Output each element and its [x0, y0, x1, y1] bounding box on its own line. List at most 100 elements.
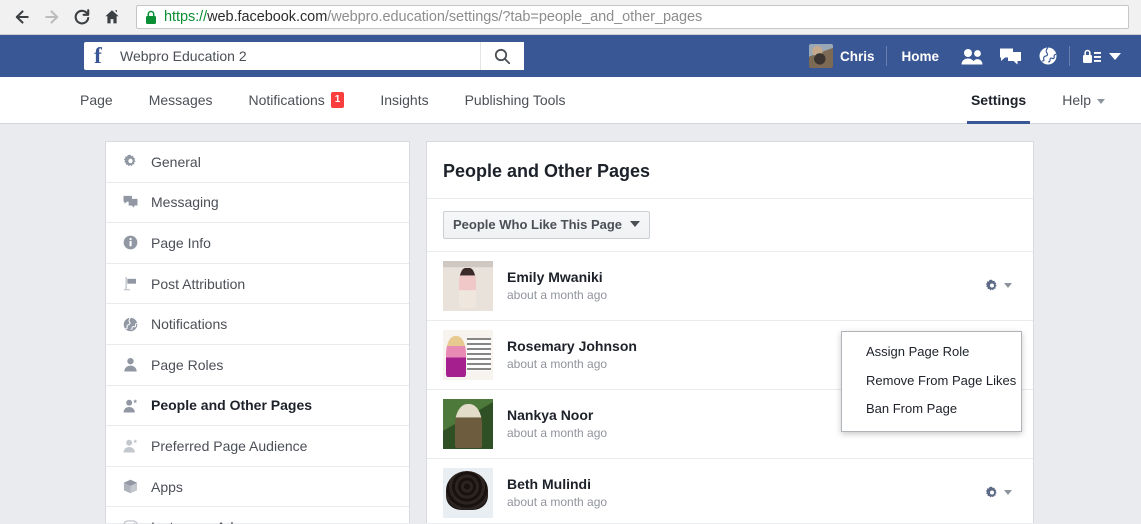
person-star-icon	[122, 397, 138, 413]
forward-button[interactable]	[38, 3, 66, 31]
sidebar-item-label: Instagram Ads	[151, 519, 241, 524]
url-separator: ://	[195, 9, 207, 25]
tab-label: Notifications	[249, 92, 325, 108]
settings-sidebar: General Messaging Page Info Post Attribu…	[105, 141, 410, 523]
help-menu[interactable]: Help	[1044, 77, 1123, 123]
tab-insights[interactable]: Insights	[362, 77, 446, 123]
person-photo	[443, 330, 493, 380]
tab-notifications[interactable]: Notifications 1	[231, 77, 363, 123]
person-name[interactable]: Emily Mwaniki	[507, 268, 980, 287]
sidebar-item-label: Messaging	[151, 194, 219, 210]
sidebar-item-preferred-page-audience[interactable]: Preferred Page Audience	[106, 426, 409, 467]
gear-icon	[122, 154, 138, 170]
tab-label: Publishing Tools	[465, 92, 566, 108]
tab-settings[interactable]: Settings	[953, 77, 1044, 123]
chevron-down-icon	[630, 221, 640, 227]
person-info: Beth Mulindi about a month ago	[507, 475, 980, 511]
person-photo	[443, 468, 493, 518]
menu-item-remove-from-page-likes[interactable]: Remove From Page Likes	[842, 367, 1021, 396]
person-photo	[443, 261, 493, 311]
url-scheme: https	[164, 9, 195, 25]
chevron-down-icon	[1004, 490, 1012, 495]
user-profile-link[interactable]: Chris	[805, 44, 885, 68]
home-button[interactable]	[98, 3, 126, 31]
row-context-menu: Assign Page Role Remove From Page Likes …	[841, 331, 1022, 432]
sidebar-item-label: Preferred Page Audience	[151, 438, 307, 454]
facebook-topbar: f Chris Home	[0, 35, 1141, 77]
filter-row: People Who Like This Page	[427, 199, 1033, 252]
person-name[interactable]: Beth Mulindi	[507, 475, 980, 494]
sidebar-item-label: People and Other Pages	[151, 397, 312, 413]
tab-publishing-tools[interactable]: Publishing Tools	[447, 77, 584, 123]
privacy-menu-button[interactable]	[1072, 48, 1127, 65]
notifications-globe-icon[interactable]	[1029, 41, 1067, 71]
table-row: Beth Mulindi about a month ago	[427, 459, 1033, 524]
topbar-right-cluster: Chris Home	[805, 41, 1127, 71]
page-nav-right: Settings Help	[953, 77, 1123, 123]
tab-page[interactable]: Page	[62, 77, 131, 123]
sidebar-item-label: Page Roles	[151, 357, 223, 373]
privacy-lock-icon	[1082, 48, 1102, 65]
box-icon	[122, 479, 138, 495]
person-info: Emily Mwaniki about a month ago	[507, 268, 980, 304]
friend-requests-icon[interactable]	[953, 41, 991, 71]
menu-item-assign-page-role[interactable]: Assign Page Role	[842, 338, 1021, 367]
reload-button[interactable]	[68, 3, 96, 31]
browser-toolbar: https://web.facebook.com/webpro.educatio…	[0, 0, 1141, 35]
back-button[interactable]	[8, 3, 36, 31]
person-photo	[443, 399, 493, 449]
chevron-down-icon	[1109, 53, 1121, 60]
tab-label: Messages	[149, 92, 213, 108]
person-icon	[122, 357, 138, 373]
people-panel: People and Other Pages People Who Like T…	[426, 141, 1034, 523]
menu-item-ban-from-page[interactable]: Ban From Page	[842, 395, 1021, 424]
home-link[interactable]: Home	[889, 49, 953, 64]
sidebar-item-instagram-ads[interactable]: Instagram Ads	[106, 507, 409, 524]
search-button[interactable]	[480, 42, 524, 70]
audience-filter-dropdown[interactable]: People Who Like This Page	[443, 211, 650, 239]
tab-label: Page	[80, 92, 113, 108]
sidebar-item-label: Post Attribution	[151, 276, 245, 292]
page-title: People and Other Pages	[427, 142, 1033, 199]
sidebar-item-page-info[interactable]: Page Info	[106, 223, 409, 264]
divider	[886, 46, 887, 66]
person-star-icon	[122, 438, 138, 454]
sidebar-item-people-and-other-pages[interactable]: People and Other Pages	[106, 386, 409, 427]
sidebar-item-label: General	[151, 154, 201, 170]
instagram-icon	[122, 519, 138, 524]
sidebar-item-messaging[interactable]: Messaging	[106, 183, 409, 224]
person-time: about a month ago	[507, 494, 980, 511]
url-host: web.facebook.com	[207, 9, 327, 25]
tab-label: Insights	[380, 92, 428, 108]
row-settings-button[interactable]	[980, 482, 1017, 504]
sidebar-item-page-roles[interactable]: Page Roles	[106, 345, 409, 386]
content-area: General Messaging Page Info Post Attribu…	[0, 124, 1141, 523]
url-path: /webpro.education/settings/?tab=people_a…	[327, 9, 702, 25]
flag-icon	[122, 276, 138, 292]
row-settings-button[interactable]	[980, 275, 1017, 297]
messages-icon[interactable]	[991, 41, 1029, 71]
notifications-badge: 1	[331, 92, 345, 108]
facebook-logo-icon[interactable]: f	[84, 42, 112, 70]
sidebar-item-label: Page Info	[151, 235, 211, 251]
facebook-logo-letter: f	[94, 44, 102, 67]
search-input[interactable]	[112, 43, 480, 69]
sidebar-item-notifications[interactable]: Notifications	[106, 304, 409, 345]
audience-filter-label: People Who Like This Page	[453, 217, 622, 232]
gear-icon	[985, 279, 999, 293]
sidebar-item-label: Notifications	[151, 316, 227, 332]
chat-bubbles-icon	[122, 194, 138, 210]
sidebar-item-apps[interactable]: Apps	[106, 467, 409, 508]
divider	[1069, 46, 1070, 66]
table-row: Emily Mwaniki about a month ago	[427, 252, 1033, 321]
sidebar-item-label: Apps	[151, 479, 183, 495]
sidebar-item-general[interactable]: General	[106, 142, 409, 183]
tab-messages[interactable]: Messages	[131, 77, 231, 123]
search-icon	[494, 48, 511, 65]
globe-icon	[122, 316, 138, 332]
gear-icon	[985, 486, 999, 500]
person-time: about a month ago	[507, 287, 980, 304]
address-bar[interactable]: https://web.facebook.com/webpro.educatio…	[136, 5, 1129, 29]
info-icon	[122, 235, 138, 251]
sidebar-item-post-attribution[interactable]: Post Attribution	[106, 264, 409, 305]
